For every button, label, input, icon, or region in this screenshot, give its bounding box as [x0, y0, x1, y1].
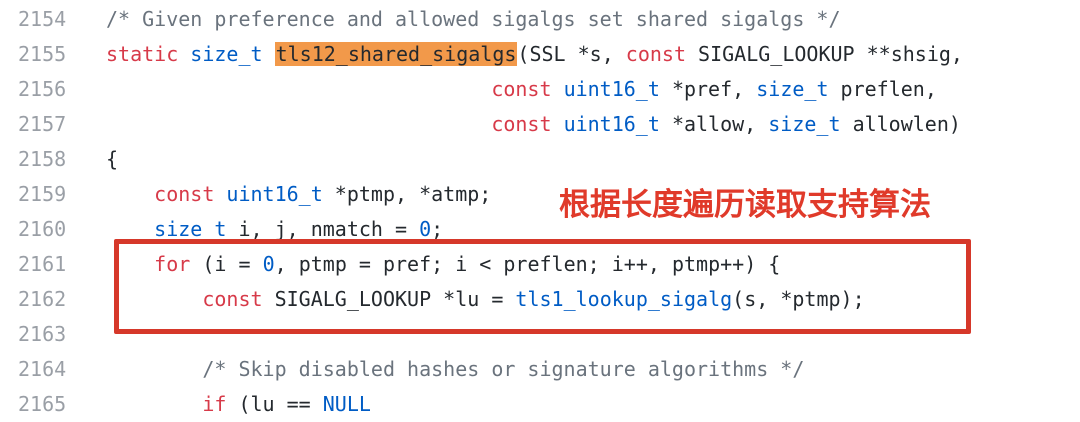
code-text: if (lu == NULL	[106, 387, 371, 422]
code-token: if	[202, 392, 239, 416]
code-line: 2156 const uint16_t *pref, size_t prefle…	[0, 72, 1080, 107]
line-number: 2161	[18, 252, 67, 276]
code-token: size_t	[190, 42, 275, 66]
line-number: 2154	[18, 7, 67, 31]
code-token: uint16_t	[226, 182, 335, 206]
line-number: 2158	[18, 147, 67, 171]
code-text: const uint16_t *pref, size_t preflen,	[106, 72, 937, 107]
code-token: uint16_t	[563, 77, 672, 101]
code-text: /* Skip disabled hashes or signature alg…	[106, 352, 804, 387]
line-number: 2159	[18, 182, 67, 206]
line-number: 2156	[18, 77, 67, 101]
code-token: *ptmp, *atmp;	[334, 182, 492, 206]
code-text: {	[106, 142, 118, 177]
code-token: SIGALG_LOOKUP **shsig,	[698, 42, 963, 66]
code-line: 2164 /* Skip disabled hashes or signatur…	[0, 352, 1080, 387]
code-token: allowlen)	[852, 112, 961, 136]
code-text: static size_t tls12_shared_sigalgs(SSL *…	[106, 37, 963, 72]
code-line: 2154 /* Given preference and allowed siga…	[0, 2, 1080, 37]
code-token: (SSL *s,	[517, 42, 626, 66]
line-number: 2155	[18, 42, 67, 66]
code-line: 2165 if (lu == NULL	[0, 387, 1080, 422]
annotation-label: 根据长度遍历读取支持算法	[559, 187, 931, 223]
code-token: size_t	[768, 112, 853, 136]
code-token: i, j, nmatch =	[238, 217, 420, 241]
line-number: 2162	[18, 287, 67, 311]
code-token: const	[491, 77, 564, 101]
code-line: 2158 {	[0, 142, 1080, 177]
code-token: {	[106, 147, 119, 171]
code-token: (lu ==	[238, 392, 323, 416]
code-token: 0	[419, 217, 432, 241]
code-token: *allow,	[671, 112, 769, 136]
code-token: NULL	[322, 392, 371, 416]
code-token: *pref,	[671, 77, 757, 101]
code-token: static	[106, 42, 191, 66]
highlighted-token: tls12_shared_sigalgs	[274, 42, 518, 66]
code-text: const uint16_t *allow, size_t allowlen)	[106, 107, 961, 142]
code-token: ;	[431, 217, 444, 241]
code-token: preflen,	[840, 77, 937, 101]
line-number: 2165	[18, 392, 67, 416]
line-number: 2160	[18, 217, 67, 241]
code-line: 2157 const uint16_t *allow, size_t allow…	[0, 107, 1080, 142]
line-number: 2157	[18, 112, 67, 136]
code-token: size_t	[154, 217, 239, 241]
line-number: 2164	[18, 357, 67, 381]
code-text: const uint16_t *ptmp, *atmp;	[106, 177, 491, 212]
highlight-box	[114, 239, 971, 334]
code-line: 2155 static size_t tls12_shared_sigalgs(S…	[0, 37, 1080, 72]
code-token: size_t	[756, 77, 841, 101]
code-token: const	[154, 182, 227, 206]
code-text: /* Given preference and allowed sigalgs …	[106, 2, 841, 37]
line-number: 2163	[18, 322, 67, 346]
code-token: /* Given preference and allowed sigalgs …	[106, 7, 841, 31]
code-token: const	[625, 42, 699, 66]
code-token: const	[491, 112, 564, 136]
code-token: /* Skip disabled hashes or signature alg…	[202, 357, 805, 381]
code-token: uint16_t	[563, 112, 672, 136]
